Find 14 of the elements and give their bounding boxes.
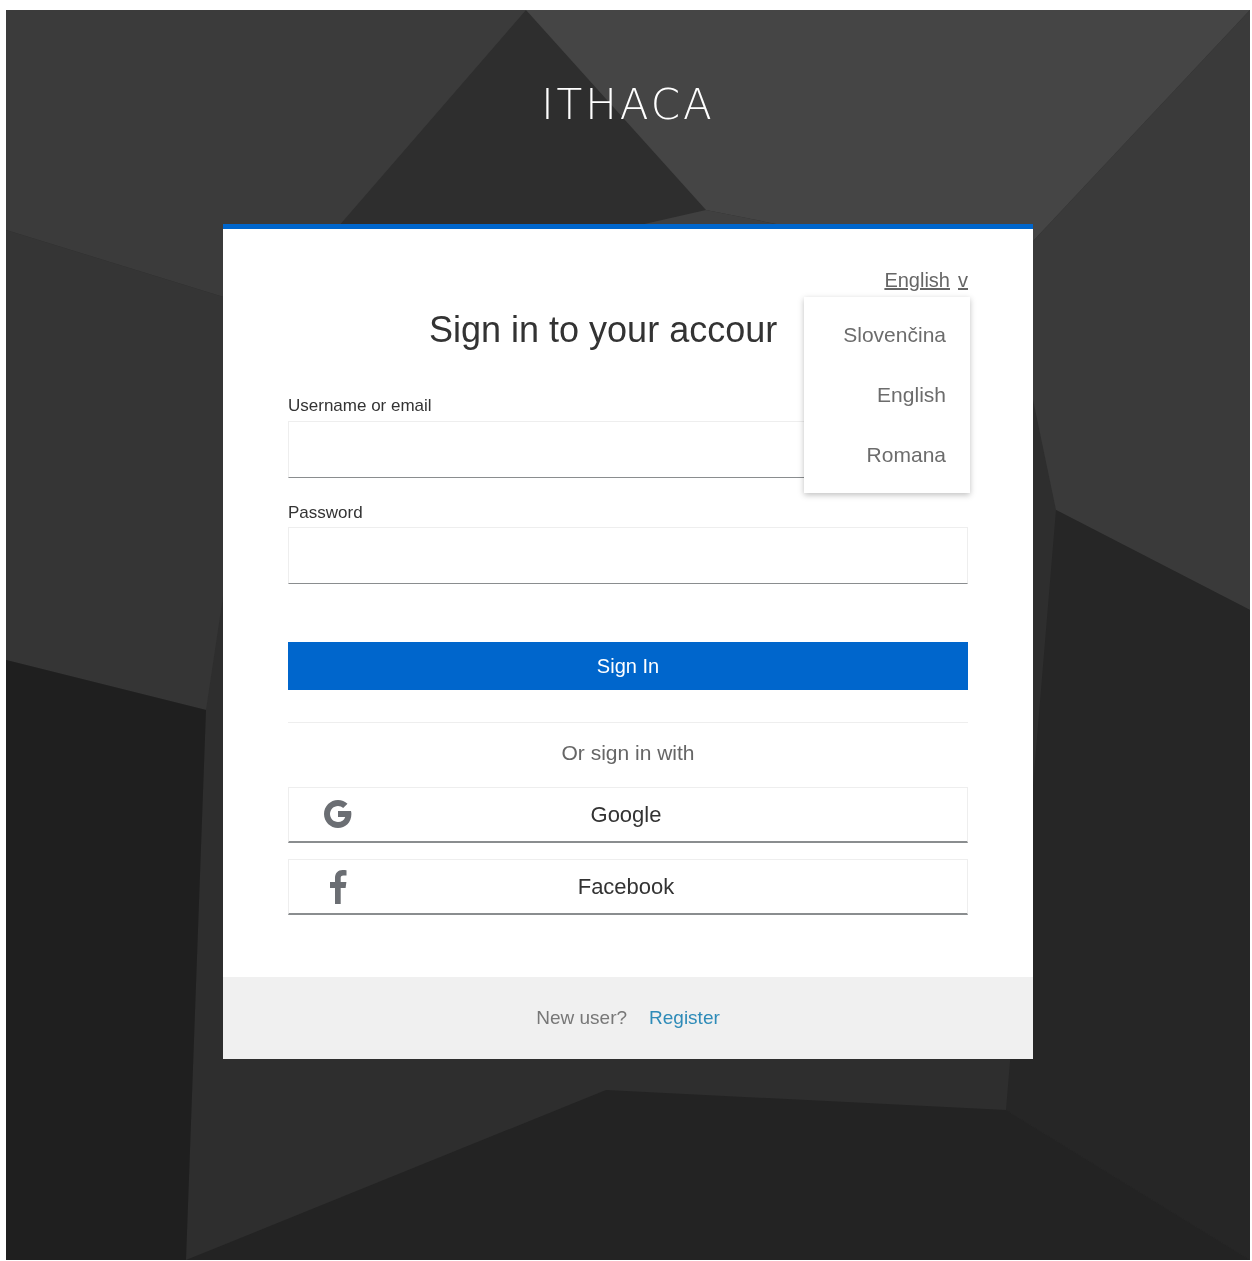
page-heading: Sign in to your accour bbox=[429, 308, 778, 353]
brand-title: ITHACA bbox=[541, 80, 715, 131]
field-label: Username or email bbox=[288, 395, 432, 418]
field-label: Password bbox=[288, 501, 363, 524]
register-link[interactable]: Register bbox=[649, 1003, 720, 1033]
social-login-button[interactable]: Google bbox=[288, 786, 968, 843]
divider-text: Or sign in with bbox=[560, 740, 696, 767]
input-field[interactable] bbox=[288, 527, 968, 585]
language-selector[interactable]: English v bbox=[884, 265, 968, 296]
language-option[interactable]: Slovenčina bbox=[843, 305, 946, 366]
new-user-text: New user? bbox=[536, 1005, 628, 1030]
sign-in-button[interactable]: Sign In bbox=[288, 642, 968, 691]
social-login-button[interactable]: Facebook bbox=[288, 858, 968, 915]
language-option[interactable]: English bbox=[877, 365, 946, 426]
